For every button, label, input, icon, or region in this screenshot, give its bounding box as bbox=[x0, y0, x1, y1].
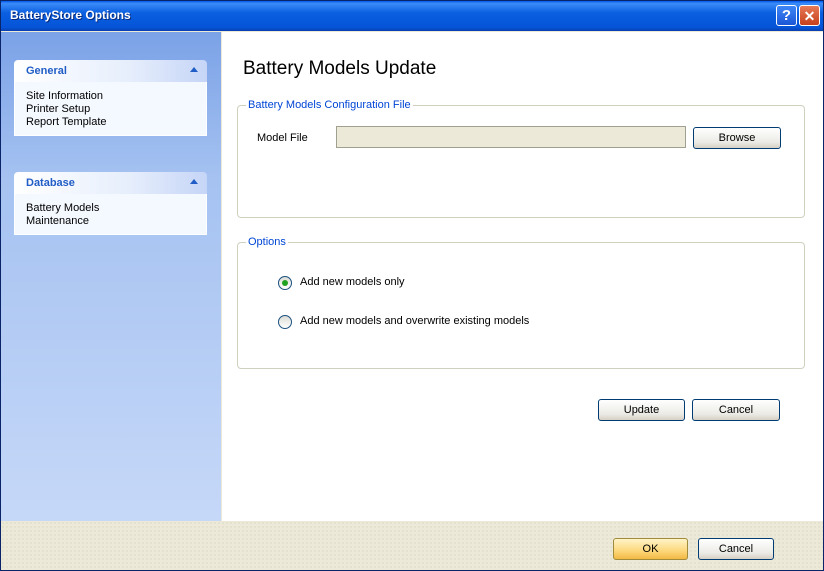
sidebar-item-battery-models[interactable]: Battery Models bbox=[26, 202, 206, 215]
help-button[interactable]: ? bbox=[776, 5, 797, 26]
help-icon: ? bbox=[781, 7, 792, 24]
task-pane: General Site Information Printer Setup R… bbox=[1, 32, 221, 521]
database-group-header[interactable]: Database bbox=[14, 172, 207, 194]
update-button[interactable]: Update bbox=[598, 399, 685, 421]
radio-selected-icon[interactable] bbox=[278, 276, 292, 290]
collapse-up-icon[interactable] bbox=[190, 179, 198, 184]
sidebar-item-printer-setup[interactable]: Printer Setup bbox=[26, 103, 206, 116]
close-button[interactable]: ✕ bbox=[799, 5, 820, 26]
ok-button[interactable]: OK bbox=[613, 538, 688, 560]
database-group-items: Battery Models Maintenance bbox=[14, 194, 207, 235]
options-legend: Options bbox=[246, 236, 288, 248]
panel-cancel-button[interactable]: Cancel bbox=[692, 399, 780, 421]
title-bar[interactable]: BatteryStore Options ? ✕ bbox=[1, 1, 823, 31]
footer-cancel-button[interactable]: Cancel bbox=[698, 538, 774, 560]
main-panel: Battery Models Update Battery Models Con… bbox=[222, 32, 823, 521]
database-group-title: Database bbox=[26, 177, 75, 189]
general-group-header[interactable]: General bbox=[14, 60, 207, 82]
sidebar-item-report-template[interactable]: Report Template bbox=[26, 116, 206, 129]
database-group: Database Battery Models Maintenance bbox=[14, 172, 207, 235]
sidebar-item-maintenance[interactable]: Maintenance bbox=[26, 215, 206, 228]
options-dialog: BatteryStore Options ? ✕ General Site In… bbox=[0, 0, 824, 571]
page-title: Battery Models Update bbox=[243, 58, 437, 79]
collapse-up-icon[interactable] bbox=[190, 67, 198, 72]
model-file-input[interactable] bbox=[336, 126, 686, 148]
general-group: General Site Information Printer Setup R… bbox=[14, 60, 207, 136]
general-group-items: Site Information Printer Setup Report Te… bbox=[14, 82, 207, 136]
general-group-title: General bbox=[26, 65, 67, 77]
config-file-legend: Battery Models Configuration File bbox=[246, 99, 413, 111]
browse-button[interactable]: Browse bbox=[693, 127, 781, 149]
dialog-footer: OK Cancel bbox=[1, 521, 823, 570]
options-group: Options Add new models only Add new mode… bbox=[237, 236, 805, 369]
radio-add-new-only-label[interactable]: Add new models only bbox=[300, 276, 405, 288]
config-file-group: Battery Models Configuration File Model … bbox=[237, 99, 805, 218]
radio-add-and-overwrite-label[interactable]: Add new models and overwrite existing mo… bbox=[300, 315, 529, 327]
radio-unselected-icon[interactable] bbox=[278, 315, 292, 329]
close-icon: ✕ bbox=[803, 8, 816, 24]
sidebar-item-site-information[interactable]: Site Information bbox=[26, 90, 206, 103]
window-title: BatteryStore Options bbox=[10, 8, 131, 22]
model-file-label: Model File bbox=[257, 132, 308, 144]
